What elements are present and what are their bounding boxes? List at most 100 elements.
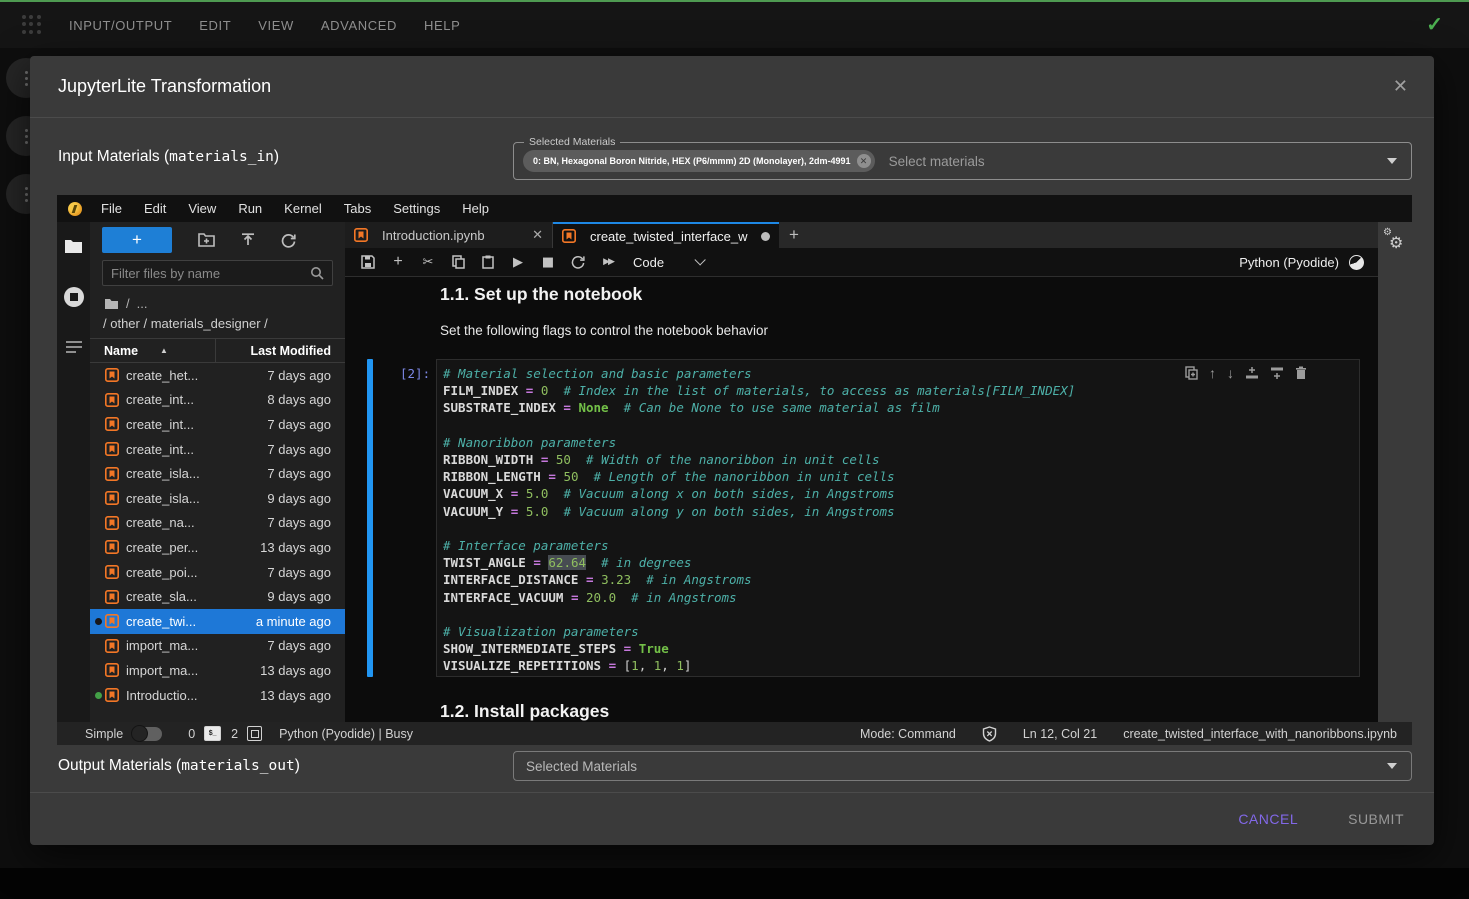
insert-cell-below-icon[interactable] — [1270, 366, 1284, 380]
jupyter-menu-help[interactable]: Help — [451, 201, 500, 216]
file-row[interactable]: Introductio...13 days ago — [90, 683, 345, 708]
file-browser-toolbar: + — [90, 222, 345, 258]
column-last-modified[interactable]: Last Modified — [215, 339, 345, 362]
cut-cells-icon[interactable]: ✂ — [413, 255, 443, 270]
duplicate-cell-icon[interactable] — [1185, 366, 1198, 380]
app-logo-icon[interactable] — [22, 15, 42, 35]
file-row[interactable]: create_sla...9 days ago — [90, 584, 345, 609]
notebook-file-icon — [105, 417, 119, 431]
upload-icon[interactable] — [241, 233, 255, 248]
code-cell[interactable]: # Material selection and basic parameter… — [436, 359, 1360, 677]
breadcrumb-ellipsis[interactable]: ... — [137, 296, 148, 311]
file-modified: 9 days ago — [267, 589, 345, 604]
file-browser-icon[interactable] — [64, 238, 83, 254]
file-row[interactable]: create_int...8 days ago — [90, 388, 345, 413]
dropdown-caret-icon[interactable] — [1387, 158, 1397, 164]
app-menu-view[interactable]: VIEW — [258, 18, 294, 33]
file-row[interactable]: create_isla...7 days ago — [90, 461, 345, 486]
simple-mode-toggle[interactable] — [132, 727, 162, 741]
copy-cells-icon[interactable] — [443, 255, 473, 269]
file-row[interactable]: create_int...7 days ago — [90, 437, 345, 462]
filter-files-input[interactable] — [111, 266, 310, 281]
jupyter-menu-kernel[interactable]: Kernel — [273, 201, 333, 216]
cursor-position[interactable]: Ln 12, Col 21 — [1023, 727, 1097, 741]
table-of-contents-icon[interactable] — [65, 340, 83, 354]
tab-close-icon[interactable]: ✕ — [532, 227, 543, 243]
kernel-busy-indicator[interactable] — [1349, 255, 1364, 270]
running-kernels-icon[interactable] — [63, 286, 85, 308]
app-menus: INPUT/OUTPUT EDIT VIEW ADVANCED HELP — [69, 18, 487, 33]
current-file-name[interactable]: create_twisted_interface_with_nanoribbon… — [1123, 727, 1397, 741]
file-modified: 7 days ago — [267, 515, 345, 530]
new-folder-icon[interactable] — [198, 233, 215, 247]
tab-introduction[interactable]: Introduction.ipynb ✕ — [345, 222, 553, 248]
move-cell-up-icon[interactable]: ↑ — [1209, 365, 1216, 381]
code-line: FILM_INDEX = 0 # Index in the list of ma… — [443, 382, 1353, 399]
trust-shield-icon[interactable] — [982, 726, 997, 742]
app-menu-advanced[interactable]: ADVANCED — [321, 18, 397, 33]
jupyterlite-logo-icon — [68, 202, 82, 216]
file-row[interactable]: create_isla...9 days ago — [90, 486, 345, 511]
run-cell-icon[interactable]: ▶ — [503, 255, 533, 270]
code-editor[interactable]: # Material selection and basic parameter… — [443, 365, 1353, 675]
file-name: create_int... — [126, 392, 194, 407]
jupyter-menu-file[interactable]: File — [90, 201, 133, 216]
output-materials-label-suffix: ) — [295, 757, 300, 774]
close-icon[interactable]: ✕ — [1393, 76, 1408, 97]
gear-icon[interactable]: ⚙ — [1389, 236, 1403, 252]
cancel-button[interactable]: CANCEL — [1238, 811, 1298, 827]
chevron-down-icon[interactable] — [695, 254, 706, 265]
kernel-chip-icon[interactable] — [247, 726, 262, 741]
material-chip[interactable]: 0: BN, Hexagonal Boron Nitride, HEX (P6/… — [523, 150, 875, 172]
breadcrumb: / ... — [90, 292, 345, 313]
app-menu-edit[interactable]: EDIT — [199, 18, 231, 33]
app-menu-help[interactable]: HELP — [424, 18, 460, 33]
jupyter-menu-edit[interactable]: Edit — [133, 201, 177, 216]
insert-cell-above-icon[interactable] — [1245, 366, 1259, 380]
column-name[interactable]: Name ▲ — [90, 344, 215, 358]
notebook-content[interactable]: 1.1. Set up the notebook Set the followi… — [345, 277, 1378, 722]
stop-kernel-icon[interactable]: ■ — [533, 255, 563, 270]
breadcrumb-path[interactable]: / other / materials_designer / — [90, 313, 345, 338]
file-row[interactable]: create_het...7 days ago — [90, 363, 345, 388]
submit-button[interactable]: SUBMIT — [1348, 811, 1404, 827]
jupyter-menu-view[interactable]: View — [177, 201, 227, 216]
notebook-file-icon — [105, 393, 119, 407]
move-cell-down-icon[interactable]: ↓ — [1227, 365, 1234, 381]
tab-create-twisted-interface[interactable]: create_twisted_interface_w — [553, 222, 779, 248]
new-launcher-button[interactable]: + — [102, 227, 172, 253]
unsaved-changes-dot[interactable] — [761, 232, 770, 241]
file-row[interactable]: create_per...13 days ago — [90, 535, 345, 560]
unsaved-file-dot — [95, 618, 102, 625]
output-materials-dropdown[interactable]: Selected Materials — [513, 751, 1412, 781]
file-row[interactable]: create_poi...7 days ago — [90, 560, 345, 585]
file-row[interactable]: create_int...7 days ago — [90, 412, 345, 437]
file-row[interactable]: import_ma...13 days ago — [90, 658, 345, 683]
jupyter-menu-settings[interactable]: Settings — [382, 201, 451, 216]
insert-cell-icon[interactable]: + — [383, 253, 413, 271]
selected-materials-field[interactable]: Selected Materials 0: BN, Hexagonal Boro… — [513, 142, 1412, 180]
input-materials-label: Input Materials (materials_in) — [58, 148, 279, 166]
terminal-icon[interactable]: $_ — [204, 726, 221, 741]
paste-cells-icon[interactable] — [473, 255, 503, 269]
jupyter-menu-run[interactable]: Run — [227, 201, 273, 216]
app-menu-input-output[interactable]: INPUT/OUTPUT — [69, 18, 172, 33]
file-row[interactable]: create_na...7 days ago — [90, 511, 345, 536]
cell-type-dropdown[interactable]: Code — [633, 255, 664, 270]
restart-kernel-icon[interactable] — [563, 255, 593, 269]
new-tab-button[interactable]: + — [779, 222, 809, 248]
save-icon[interactable] — [353, 255, 383, 269]
kernel-status-text[interactable]: Python (Pyodide) | Busy — [279, 727, 413, 741]
file-row[interactable]: import_ma...7 days ago — [90, 634, 345, 659]
breadcrumb-root[interactable]: / — [126, 296, 130, 311]
mode-indicator[interactable]: Mode: Command — [860, 727, 956, 741]
file-name: import_ma... — [126, 663, 198, 678]
refresh-icon[interactable] — [281, 233, 296, 248]
jupyter-menu-tabs[interactable]: Tabs — [333, 201, 382, 216]
chip-delete-icon[interactable]: ✕ — [857, 154, 871, 168]
restart-run-all-icon[interactable]: ▶▶ — [593, 257, 623, 267]
home-folder-icon[interactable] — [104, 298, 119, 310]
kernel-name-button[interactable]: Python (Pyodide) — [1239, 255, 1339, 270]
delete-cell-icon[interactable] — [1295, 366, 1307, 380]
file-row[interactable]: create_twi...a minute ago — [90, 609, 345, 634]
